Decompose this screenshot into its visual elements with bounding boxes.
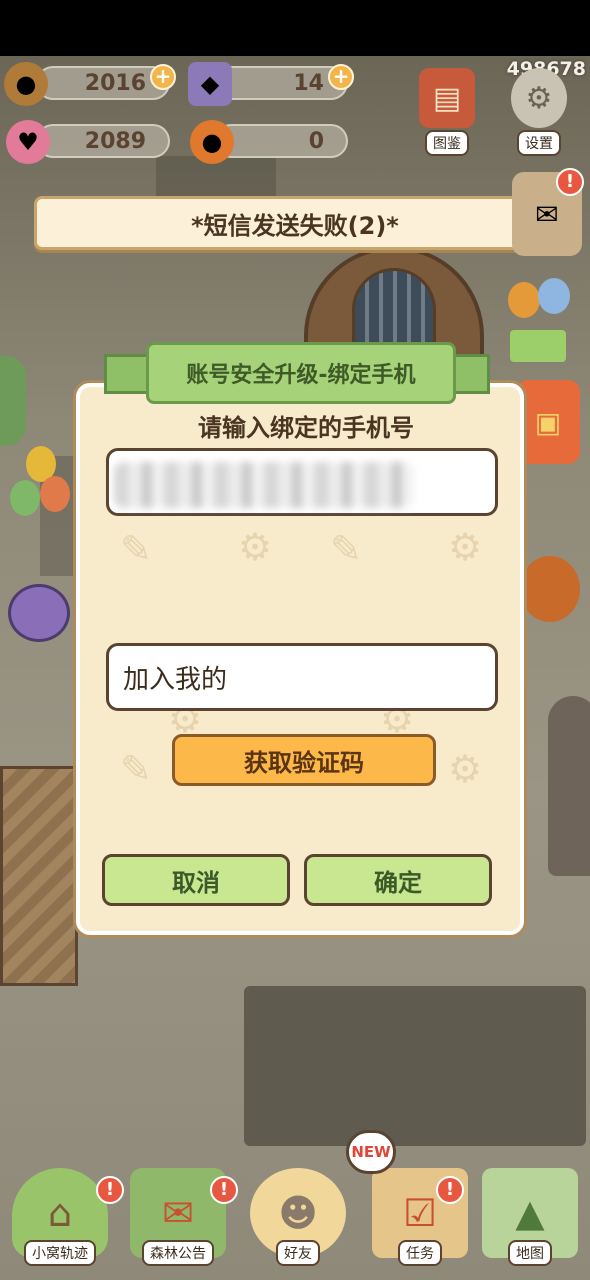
confirm-label: 确定 <box>374 868 422 897</box>
heart-count: 2089 <box>84 128 146 154</box>
dialog-prompt: 请输入绑定的手机号 <box>198 414 414 442</box>
acorn-counter: 2016 <box>36 66 170 100</box>
pumpkin-icon: ● <box>190 120 234 164</box>
nav-forest-notice-label: 森林公告 <box>142 1240 214 1266</box>
pumpkin-counter: 0 <box>214 124 348 158</box>
add-acorn-button[interactable]: + <box>150 64 176 90</box>
catalog-button[interactable]: ▤ 图鉴 <box>414 68 480 164</box>
gem-count: 14 <box>293 70 324 96</box>
gear-icon: ⚙ <box>511 68 567 128</box>
confirm-button[interactable]: 确定 <box>304 854 492 906</box>
balloon <box>508 282 540 318</box>
floor-rug <box>244 986 586 1146</box>
background-pattern-icon: ✎ <box>120 747 152 791</box>
animal-character[interactable] <box>548 696 590 876</box>
nav-map-label: 地图 <box>508 1240 552 1266</box>
balloon <box>538 278 570 314</box>
tasks-alert-badge: ! <box>436 1176 464 1204</box>
nav-tasks-label: 任务 <box>398 1240 442 1266</box>
nav-friends[interactable]: ☻ 好友 <box>246 1168 350 1276</box>
dialog-ribbon-title: 账号安全升级-绑定手机 <box>146 342 456 404</box>
toast-message: *短信发送失败(2)* <box>191 211 399 240</box>
balloon <box>10 480 40 516</box>
acorn-count: 2016 <box>84 70 146 96</box>
heart-counter: 2089 <box>36 124 170 158</box>
status-bar <box>0 0 590 56</box>
balloon <box>40 476 70 512</box>
catalog-label: 图鉴 <box>425 130 469 156</box>
wooden-cabinet <box>0 766 78 986</box>
background-pattern-icon: ⚙ <box>448 525 483 569</box>
verification-code-input[interactable]: 加入我的 <box>106 643 498 711</box>
event-alert-badge: ! <box>556 168 584 196</box>
ribbon-title-text: 账号安全升级-绑定手机 <box>186 363 416 388</box>
background-pattern-icon: ✎ <box>120 527 152 571</box>
nav-map[interactable]: ▲ 地图 <box>478 1168 582 1276</box>
get-code-button[interactable]: 获取验证码 <box>172 734 436 786</box>
home-track-alert-badge: ! <box>96 1176 124 1204</box>
acorn-icon: ● <box>4 62 48 106</box>
balloon-gift-icon[interactable] <box>504 276 584 366</box>
gem-icon: ◆ <box>188 62 232 106</box>
background-pattern-icon: ✎ <box>330 527 362 571</box>
purple-pumpkin-decoration <box>8 584 70 642</box>
sms-failed-toast: *短信发送失败(2)* ✿ <box>34 196 556 250</box>
gem-counter: 14 <box>214 66 348 100</box>
cancel-button[interactable]: 取消 <box>102 854 290 906</box>
gift-box <box>510 330 566 362</box>
settings-label: 设置 <box>517 130 561 156</box>
book-icon: ▤ <box>419 68 475 128</box>
jack-o-lantern-decoration <box>520 556 580 622</box>
nav-home-track-label: 小窝轨迹 <box>24 1240 96 1266</box>
pumpkin-count: 0 <box>308 128 324 154</box>
code-input-value: 加入我的 <box>123 664 228 695</box>
settings-button[interactable]: ⚙ 设置 <box>506 68 572 164</box>
redacted-phone-number <box>114 462 414 508</box>
background-pattern-icon: ⚙ <box>238 525 273 569</box>
forest-notice-alert-badge: ! <box>210 1176 238 1204</box>
nav-friends-label: 好友 <box>276 1240 320 1266</box>
background-pattern-icon: ⚙ <box>448 747 483 791</box>
add-gem-button[interactable]: + <box>328 64 354 90</box>
get-code-label: 获取验证码 <box>244 748 364 777</box>
door-window <box>352 268 436 348</box>
heart-icon: ♥ <box>6 120 50 164</box>
potted-plant <box>0 356 26 446</box>
new-badge: NEW <box>346 1130 396 1174</box>
bottom-navigation: ⌂ 小窝轨迹 ✉ 森林公告 ☻ 好友 ☑ 任务 ▲ 地图 <box>0 1148 590 1280</box>
cancel-label: 取消 <box>172 868 220 897</box>
